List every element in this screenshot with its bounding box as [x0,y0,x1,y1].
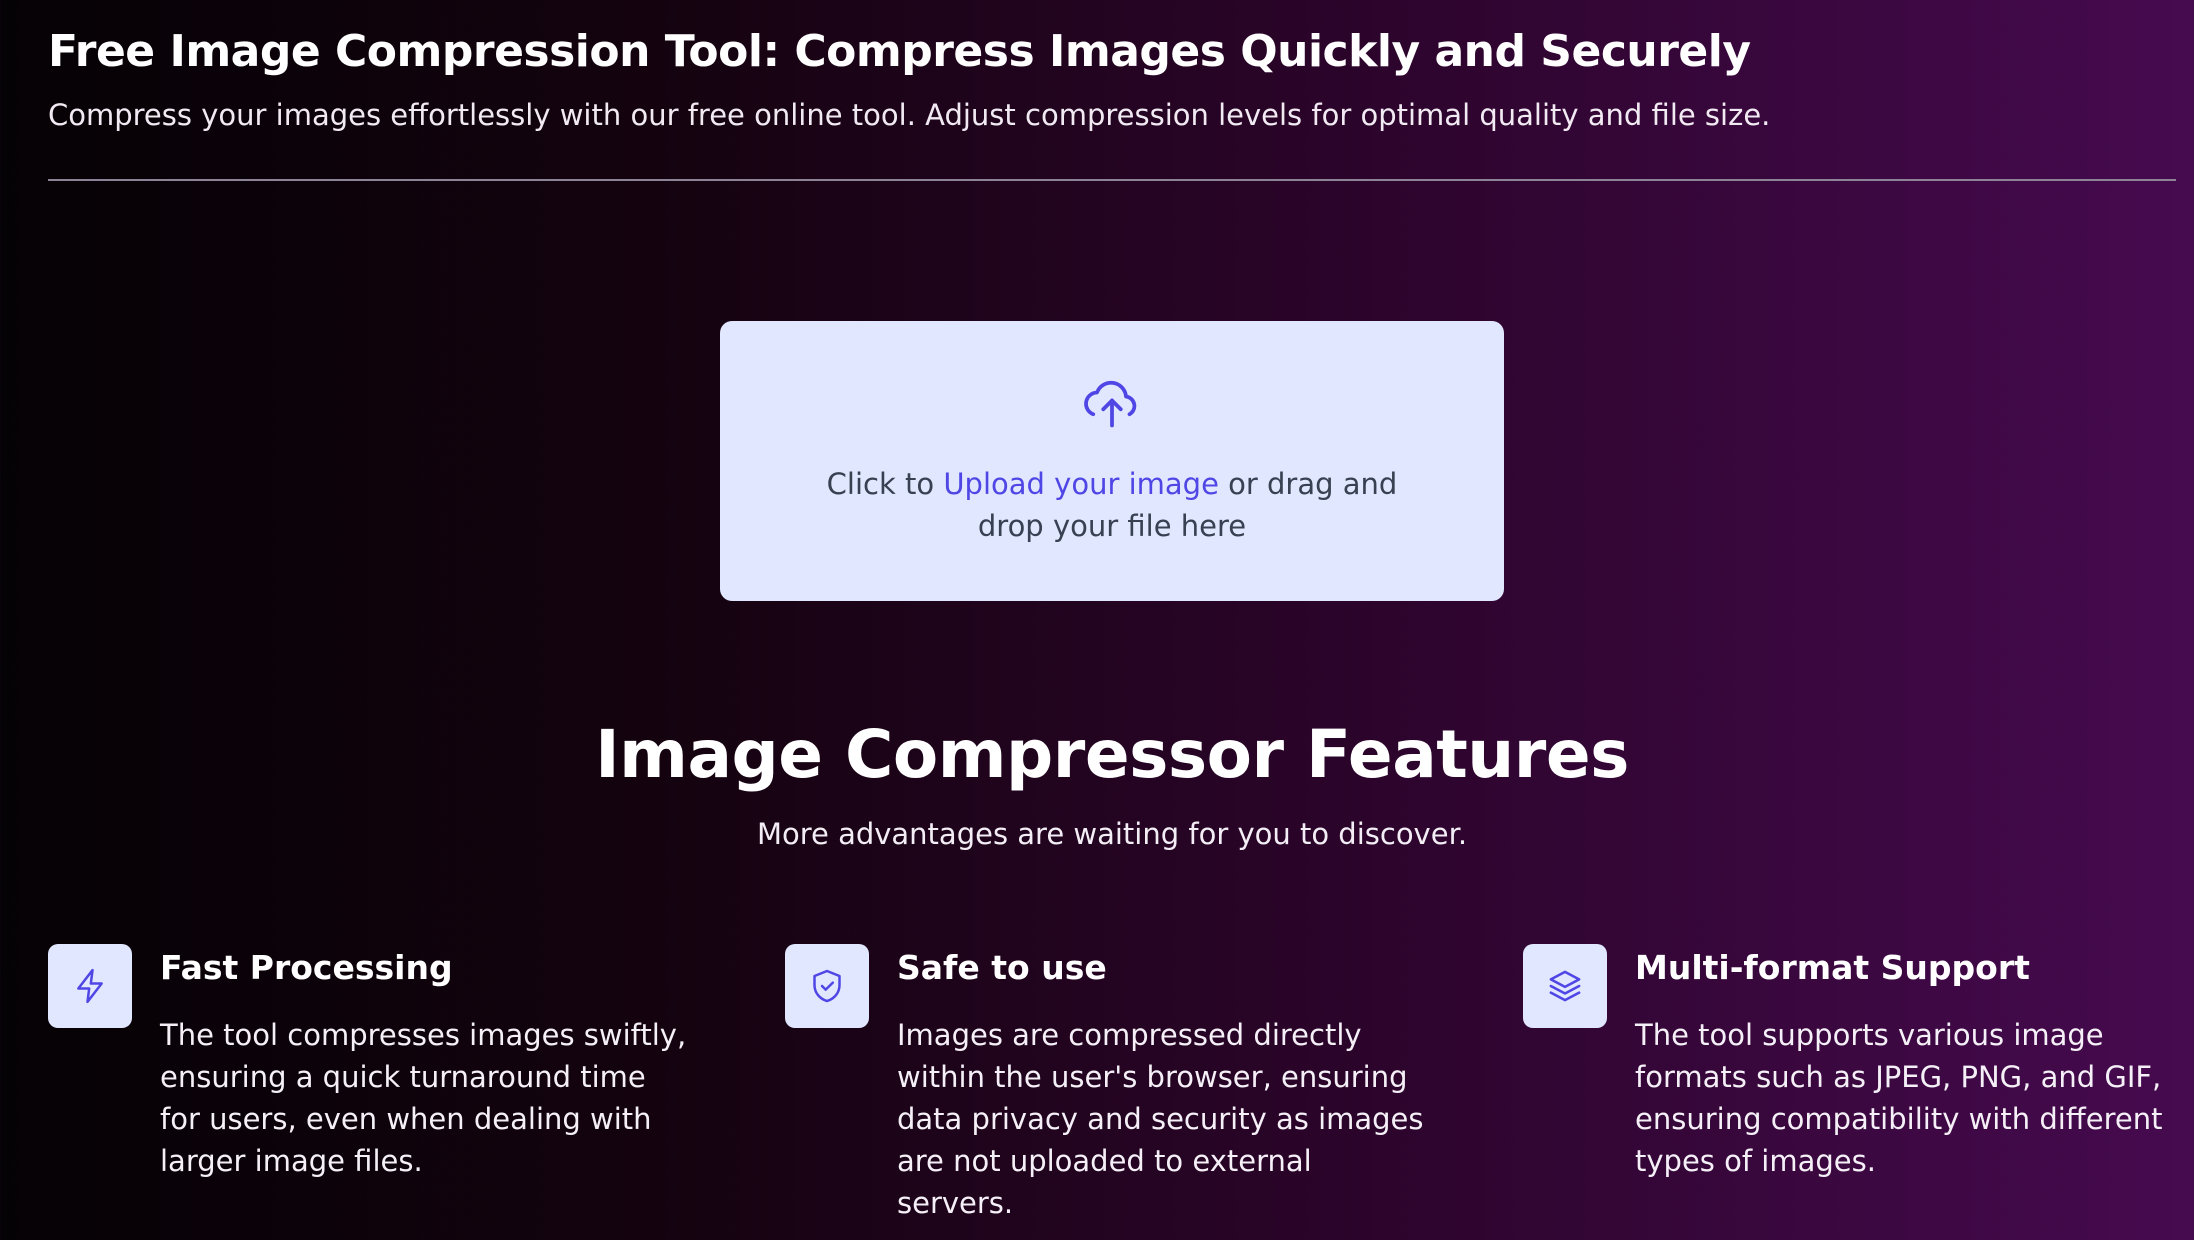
feature-description: The tool supports various image formats … [1635,1018,2163,1178]
feature-title: Multi-format Support [1635,948,2030,987]
features-title: Image Compressor Features [595,716,1629,793]
feature-description: The tool compresses images swiftly, ensu… [160,1018,687,1178]
shield-check-icon [785,944,869,1028]
upload-dropzone[interactable]: Click to Upload your image or drag and d… [720,321,1504,601]
upload-link[interactable]: Upload your image [943,467,1219,501]
upload-prefix: Click to [826,467,944,501]
header-divider [48,179,2176,181]
page-title: Free Image Compression Tool: Compress Im… [48,26,1751,77]
layers-icon [1523,944,1607,1028]
feature-description: Images are compressed directly within th… [897,1018,1424,1220]
feature-title: Fast Processing [160,948,453,987]
cloud-upload-icon [1082,373,1142,433]
page-subtitle: Compress your images effortlessly with o… [48,98,1771,132]
feature-title: Safe to use [897,948,1107,987]
features-subtitle: More advantages are waiting for you to d… [756,817,1468,851]
upload-instructions: Click to Upload your image or drag and d… [812,463,1412,547]
lightning-bolt-icon [48,944,132,1028]
